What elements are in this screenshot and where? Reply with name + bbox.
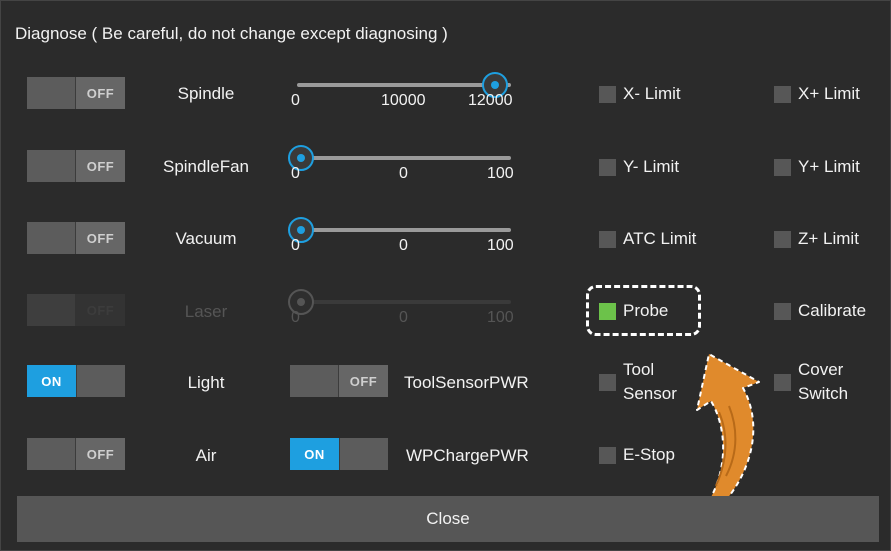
- calibrate-check[interactable]: Calibrate: [774, 299, 866, 323]
- input-label: Y+ Limit: [798, 157, 860, 176]
- slider-track: [297, 228, 511, 232]
- input-label: X+ Limit: [798, 84, 860, 103]
- x-plus-limit-check[interactable]: X+ Limit: [774, 82, 860, 106]
- checkbox[interactable]: [599, 85, 616, 103]
- toggle-knob: [27, 150, 76, 182]
- toggle-knob: [76, 365, 125, 397]
- slider-min-label: 0: [291, 165, 300, 182]
- light-label: Light: [187, 373, 225, 392]
- toggle-state-text: OFF: [76, 294, 125, 326]
- input-label: X- Limit: [623, 84, 681, 103]
- slider-track: [297, 83, 511, 87]
- z-plus-limit-check[interactable]: Z+ Limit: [774, 227, 859, 251]
- toggle-knob: [339, 438, 388, 470]
- checkbox[interactable]: [599, 446, 616, 464]
- e-stop-check[interactable]: E-Stop: [599, 443, 675, 467]
- dialog-title: Diagnose ( Be careful, do not change exc…: [15, 24, 448, 43]
- atc-limit-check[interactable]: ATC Limit: [599, 227, 696, 251]
- tool-sensor-check[interactable]: Tool Sensor: [599, 358, 677, 406]
- toggle-knob: [27, 294, 76, 326]
- toggle-state-text: ON: [290, 438, 339, 470]
- toggle-knob: [27, 222, 76, 254]
- light-toggle[interactable]: ON: [27, 365, 125, 397]
- wp-charge-pwr-toggle[interactable]: ON: [290, 438, 388, 470]
- spindle-fan-toggle[interactable]: OFF: [27, 150, 125, 182]
- y-minus-limit-check[interactable]: Y- Limit: [599, 155, 679, 179]
- slider-mid-label: 0: [399, 237, 408, 254]
- laser-toggle: OFF: [27, 294, 125, 326]
- vacuum-label: Vacuum: [175, 229, 237, 248]
- air-toggle[interactable]: OFF: [27, 438, 125, 470]
- spindle-label: Spindle: [177, 84, 235, 103]
- x-minus-limit-check[interactable]: X- Limit: [599, 82, 681, 106]
- y-plus-limit-check[interactable]: Y+ Limit: [774, 155, 860, 179]
- close-button[interactable]: Close: [17, 496, 879, 542]
- checkbox[interactable]: [774, 373, 791, 391]
- cover-switch-check[interactable]: Cover Switch: [774, 358, 848, 406]
- laser-slider: 0 0 100: [283, 288, 523, 328]
- checkbox[interactable]: [599, 158, 616, 176]
- toggle-knob: [290, 365, 339, 397]
- slider-max-label: 12000: [468, 92, 513, 109]
- input-label: Y- Limit: [623, 157, 680, 176]
- slider-mid-label: 0: [399, 165, 408, 182]
- air-label: Air: [195, 446, 217, 465]
- slider-mid-label: 10000: [381, 92, 426, 109]
- toggle-state-text: OFF: [76, 150, 125, 182]
- slider-min-label: 0: [291, 237, 300, 254]
- tool-sensor-pwr-label: ToolSensorPWR: [404, 373, 529, 392]
- input-label: Cover Switch: [798, 360, 849, 403]
- input-label: E-Stop: [623, 445, 675, 464]
- vacuum-toggle[interactable]: OFF: [27, 222, 125, 254]
- input-label: Tool Sensor: [623, 360, 677, 403]
- spindle-slider[interactable]: 0 10000 12000: [283, 71, 523, 111]
- slider-max-label: 100: [487, 165, 514, 182]
- slider-min-label: 0: [291, 309, 300, 326]
- slider-track: [297, 300, 511, 304]
- toggle-state-text: OFF: [76, 222, 125, 254]
- checkbox[interactable]: [774, 85, 791, 103]
- vacuum-slider[interactable]: 0 0 100: [283, 216, 523, 256]
- toggle-state-text: OFF: [76, 77, 125, 109]
- checkbox[interactable]: [774, 158, 791, 176]
- input-label: ATC Limit: [623, 229, 697, 248]
- spindle-fan-label: SpindleFan: [162, 157, 249, 176]
- toggle-knob: [27, 438, 76, 470]
- toggle-knob: [27, 77, 76, 109]
- tool-sensor-pwr-toggle[interactable]: OFF: [290, 365, 388, 397]
- curved-arrow-icon: [696, 353, 760, 507]
- spindle-toggle[interactable]: OFF: [27, 77, 125, 109]
- laser-label: Laser: [184, 302, 228, 321]
- toggle-state-text: ON: [27, 365, 76, 397]
- input-label: Calibrate: [798, 301, 867, 320]
- spindle-fan-slider[interactable]: 0 0 100: [283, 144, 523, 184]
- checkbox[interactable]: [774, 230, 791, 248]
- diagnose-dialog: Diagnose ( Be careful, do not change exc…: [0, 0, 891, 551]
- checkbox[interactable]: [774, 302, 791, 320]
- probe-highlight-box: [586, 285, 701, 336]
- toggle-state-text: OFF: [339, 365, 388, 397]
- slider-mid-label: 0: [399, 309, 408, 326]
- input-label: Z+ Limit: [798, 229, 859, 248]
- slider-track: [297, 156, 511, 160]
- wp-charge-pwr-label: WPChargePWR: [406, 446, 529, 465]
- checkbox[interactable]: [599, 373, 616, 391]
- slider-max-label: 100: [487, 237, 514, 254]
- slider-max-label: 100: [487, 309, 514, 326]
- checkbox[interactable]: [599, 230, 616, 248]
- toggle-state-text: OFF: [76, 438, 125, 470]
- slider-min-label: 0: [291, 92, 300, 109]
